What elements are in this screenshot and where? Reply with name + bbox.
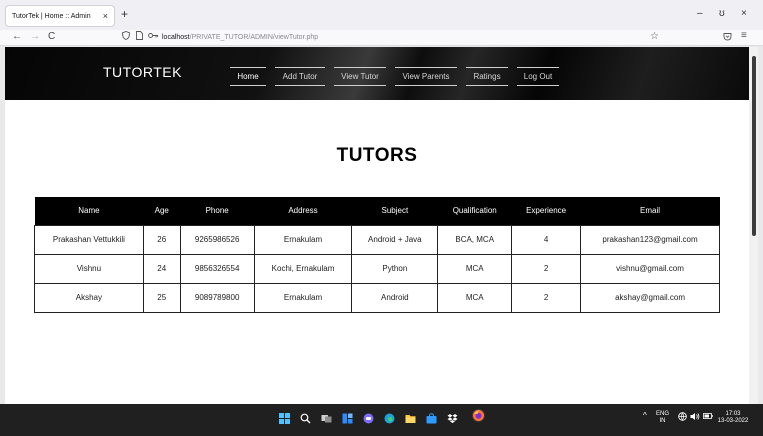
column-header-phone: Phone [180, 197, 255, 225]
column-header-address: Address [254, 197, 352, 225]
edge-icon[interactable] [384, 411, 395, 424]
star-icon[interactable]: ☆ [650, 31, 659, 42]
cell-qualification: MCA [437, 253, 513, 284]
language-code: ENG [656, 411, 670, 417]
column-header-name: Name [34, 197, 144, 225]
nav-ratings[interactable]: Ratings [466, 67, 508, 86]
file-explorer-icon[interactable] [405, 411, 416, 423]
minimize-button[interactable]: – [697, 8, 703, 20]
cell-qualification: MCA [437, 282, 513, 313]
battery-icon[interactable] [703, 413, 713, 422]
cell-subject: Python [351, 253, 439, 284]
table-header-row: Name Age Phone Address Subject Qualifica… [34, 197, 720, 225]
table-row: Akshay 25 9089789800 Ernakulam Android M… [34, 282, 720, 313]
table-row: Vishnu 24 9856326554 Kochi, Ernakulam Py… [34, 253, 720, 284]
page-viewport: TUTORTEK Home Add Tutor View Tutor View … [5, 47, 749, 404]
volume-icon[interactable] [690, 412, 700, 424]
taskbar: ^ ENG IN 17:03 13-03-2022 [0, 404, 763, 436]
cell-address: Ernakulam [253, 282, 353, 313]
language-indicator[interactable]: ENG IN [656, 411, 669, 425]
menu-icon[interactable]: ≡ [741, 30, 747, 41]
cell-name: Akshay [34, 282, 144, 313]
chat-icon[interactable] [363, 411, 374, 424]
column-header-subject: Subject [351, 197, 438, 225]
cell-address: Kochi, Ernakulam [253, 253, 353, 284]
cell-age: 26 [142, 224, 181, 255]
cell-name: Vishnu [34, 253, 144, 284]
search-icon[interactable] [300, 411, 311, 424]
browser-nav-bar: ← → C localhost/PRIVATE_TUTOR/ADMIN/view… [0, 30, 763, 46]
nav-add-tutor[interactable]: Add Tutor [275, 67, 325, 86]
cell-experience: 4 [511, 224, 582, 255]
clock-date: 13-03-2022 [717, 418, 749, 424]
cell-email: akshay@gmail.com [580, 282, 720, 313]
shield-icon[interactable] [122, 31, 130, 44]
tab-close-icon[interactable]: × [103, 11, 108, 21]
table-row: Prakashan Vettukkili 26 9265986526 Ernak… [34, 224, 720, 255]
network-icon[interactable] [678, 412, 687, 424]
scrollbar-thumb[interactable] [752, 56, 756, 236]
cell-address: Ernakulam [253, 224, 353, 255]
firefox-icon[interactable] [472, 409, 485, 422]
cell-subject: Android + Java [351, 224, 439, 255]
column-header-email: Email [580, 197, 720, 225]
nav-home[interactable]: Home [230, 67, 266, 86]
cell-experience: 2 [511, 253, 582, 284]
pocket-icon[interactable] [723, 32, 732, 43]
cell-age: 24 [142, 253, 181, 284]
site-logo[interactable]: TUTORTEK [103, 64, 182, 80]
task-view-icon[interactable] [321, 411, 332, 423]
browser-tab-bar: TutorTek | Home :: Admin × + – ʊ × [0, 0, 763, 30]
dropbox-icon[interactable] [447, 411, 458, 423]
tab-title: TutorTek | Home :: Admin [12, 13, 91, 20]
address-bar[interactable]: localhost/PRIVATE_TUTOR/ADMIN/viewTutor.… [120, 31, 680, 44]
region-code: IN [659, 418, 666, 424]
tutors-table: Name Age Phone Address Subject Qualifica… [34, 197, 720, 313]
clock-time: 17:03 [725, 411, 741, 417]
restore-button[interactable]: ʊ [719, 8, 725, 20]
nav-view-parents[interactable]: View Parents [395, 67, 457, 86]
column-header-experience: Experience [511, 197, 581, 225]
forward-button[interactable]: → [30, 31, 40, 43]
column-header-qualification: Qualification [437, 197, 512, 225]
store-icon[interactable] [426, 411, 437, 424]
cell-experience: 2 [511, 282, 582, 313]
cell-age: 25 [142, 282, 181, 313]
back-button[interactable]: ← [12, 31, 22, 43]
chevron-up-icon[interactable]: ^ [643, 412, 647, 420]
url-text: localhost/PRIVATE_TUTOR/ADMIN/viewTutor.… [162, 31, 318, 44]
url-host: localhost [162, 34, 190, 41]
column-header-age: Age [143, 197, 181, 225]
new-tab-button[interactable]: + [121, 8, 128, 20]
nav-log-out[interactable]: Log Out [517, 67, 559, 86]
cell-phone: 9089789800 [179, 282, 255, 313]
key-icon[interactable] [148, 31, 159, 44]
clock[interactable]: 17:03 13-03-2022 [716, 411, 750, 425]
widgets-icon[interactable] [342, 411, 353, 424]
cell-email: prakashan123@gmail.com [580, 224, 720, 255]
cell-name: Prakashan Vettukkili [34, 224, 144, 255]
cell-phone: 9856326554 [179, 253, 255, 284]
nav-view-tutor[interactable]: View Tutor [334, 67, 386, 86]
reload-button[interactable]: C [48, 31, 55, 43]
url-path: /PRIVATE_TUTOR/ADMIN/viewTutor.php [189, 34, 319, 41]
cell-phone: 9265986526 [179, 224, 255, 255]
site-header: TUTORTEK Home Add Tutor View Tutor View … [5, 47, 749, 100]
page-title: TUTORS [336, 145, 418, 166]
cell-subject: Android [351, 282, 439, 313]
page-icon[interactable] [136, 31, 143, 44]
close-window-button[interactable]: × [741, 8, 747, 20]
browser-tab[interactable]: TutorTek | Home :: Admin × [5, 5, 115, 27]
cell-qualification: BCA, MCA [437, 224, 513, 255]
windows-start-icon[interactable] [279, 411, 290, 424]
cell-email: vishnu@gmail.com [580, 253, 720, 284]
